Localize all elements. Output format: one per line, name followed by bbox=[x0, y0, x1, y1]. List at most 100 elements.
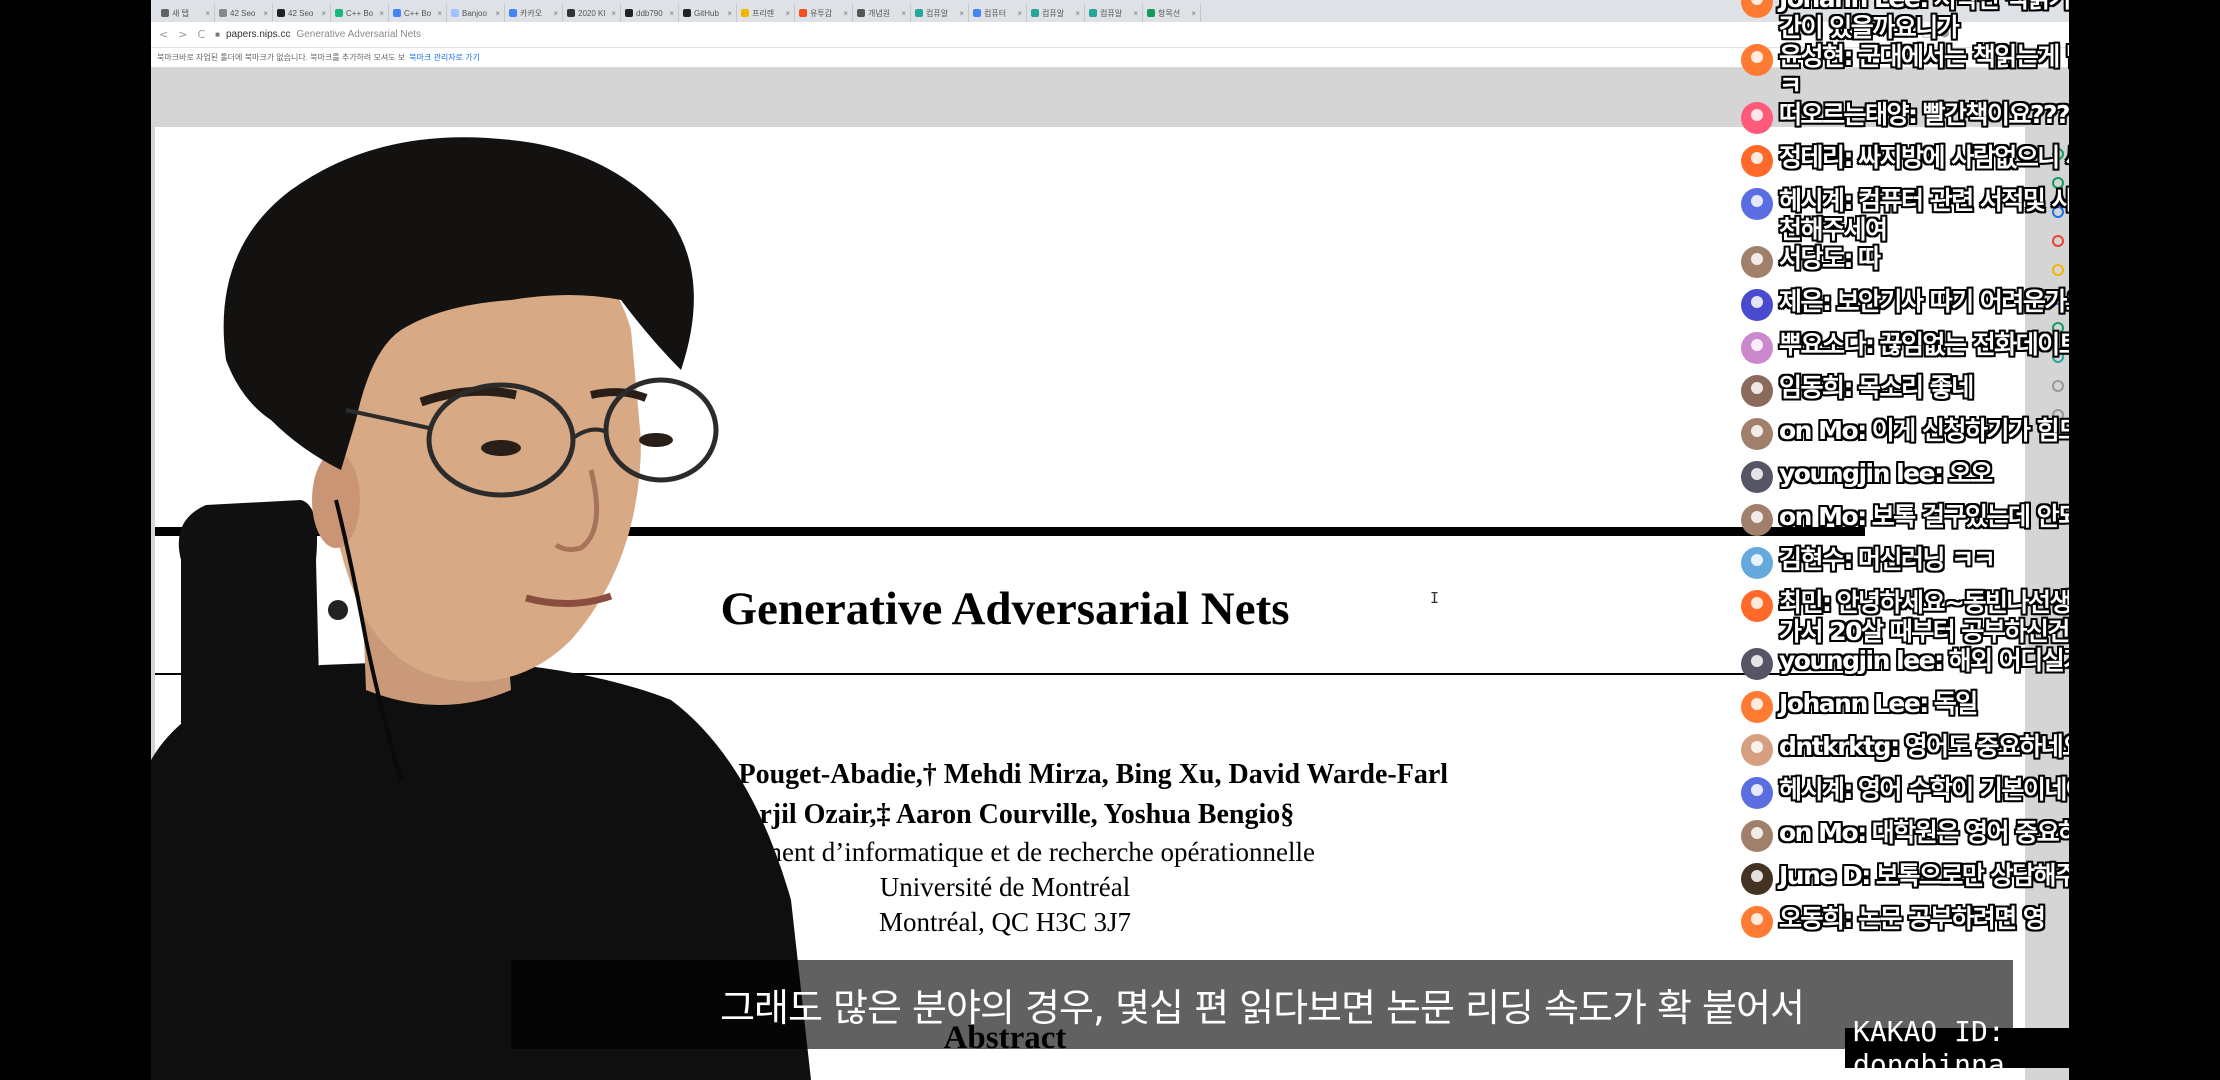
chat-text: 보톡 걸구있는데 안되넴 bbox=[1871, 502, 2069, 532]
chat-text: 따 bbox=[1858, 244, 1882, 274]
browser-tab[interactable]: 프리렌 × bbox=[737, 4, 795, 22]
chat-message-body: 임동희: 목소리 좋네 bbox=[1779, 373, 1975, 403]
browser-tab[interactable]: 2020 KI × bbox=[563, 4, 621, 22]
chat-avatar-icon bbox=[1741, 906, 1773, 938]
browser-tab[interactable]: 카카오 × bbox=[505, 4, 563, 22]
url-host: papers.nips.cc bbox=[225, 29, 291, 40]
chat-author: 떠오르는태양: bbox=[1779, 100, 1919, 130]
back-button[interactable]: < bbox=[159, 28, 168, 41]
title-top-rule bbox=[155, 527, 1865, 536]
chat-author: Johann Lee: bbox=[1779, 689, 1930, 719]
tab-label: 프리렌 bbox=[752, 8, 775, 18]
tab-close-icon[interactable]: × bbox=[843, 9, 848, 18]
browser-tab[interactable]: 42 Seo × bbox=[273, 4, 331, 22]
tab-close-icon[interactable]: × bbox=[1133, 9, 1138, 18]
chat-message: Johann Lee: 독일 bbox=[1741, 689, 2069, 732]
browser-tab[interactable]: 컴퓨알 × bbox=[1085, 4, 1143, 22]
chat-text: 목소리 좋네 bbox=[1858, 373, 1975, 403]
browser-tab[interactable]: 컴퓨알 × bbox=[1027, 4, 1085, 22]
tab-close-icon[interactable]: × bbox=[263, 9, 268, 18]
tab-close-icon[interactable]: × bbox=[1191, 9, 1196, 18]
forward-button[interactable]: > bbox=[178, 28, 187, 41]
chat-avatar-icon bbox=[1741, 777, 1773, 809]
browser-tab[interactable]: 42 Seo × bbox=[215, 4, 273, 22]
chat-message: on Mo:보톡 걸구있는데 안되넴 bbox=[1741, 502, 2069, 545]
chat-message: 뿌요소다:끊임없는 전화데이트.. bbox=[1741, 330, 2069, 373]
chat-avatar-icon bbox=[1741, 590, 1773, 622]
tab-favicon-icon bbox=[625, 9, 633, 17]
browser-tab[interactable]: 새 탭 × bbox=[157, 4, 215, 22]
chat-message-body: 정테리:싸지방에 사람없으니 싸지방ㄱㄱ bbox=[1779, 143, 2070, 173]
chat-message-body: 서당도: 따 bbox=[1779, 244, 1882, 274]
chat-avatar-icon bbox=[1741, 102, 1773, 134]
paper-affiliation-department: épartement d’informatique et de recherch… bbox=[695, 837, 1315, 867]
chat-message-body: on Mo:이게 신청하기가 힘드네요 bbox=[1779, 416, 2069, 446]
chat-message: 윤성현:군대에서는 책읽는게 답이더군여 ㅋㅋ bbox=[1741, 42, 2069, 101]
chat-avatar-icon bbox=[1741, 0, 1773, 18]
chat-message-body: youngjin lee: 오오 bbox=[1779, 459, 1994, 489]
tab-close-icon[interactable]: × bbox=[379, 9, 384, 18]
tab-close-icon[interactable]: × bbox=[1017, 9, 1022, 18]
url-path: Generative Adversarial Nets bbox=[296, 29, 421, 40]
bookmark-manager-link[interactable]: 북마크 관리자로 가기 bbox=[409, 52, 480, 63]
bookmarks-empty-text: 북마크바로 자업된 톨더에 북마크가 없습니다. 북마크를 추가하려 모셔도 보 bbox=[157, 53, 406, 62]
chat-message: 오동희: 논문 공부하려면 영 bbox=[1741, 904, 2069, 947]
tab-close-icon[interactable]: × bbox=[611, 9, 616, 18]
url-field[interactable]: ■ papers.nips.cc Generative Adversarial … bbox=[215, 29, 421, 40]
tab-label: C++ Bo bbox=[404, 8, 432, 18]
tab-close-icon[interactable]: × bbox=[205, 9, 210, 18]
chat-message-body: on Mo:대학원은 영어 중요하죠 bbox=[1779, 818, 2069, 848]
chat-avatar-icon bbox=[1741, 44, 1773, 76]
tab-label: 카카오 bbox=[520, 8, 543, 18]
chat-avatar-icon bbox=[1741, 734, 1773, 766]
chat-avatar-icon bbox=[1741, 461, 1773, 493]
chat-avatar-icon bbox=[1741, 504, 1773, 536]
chat-avatar-icon bbox=[1741, 648, 1773, 680]
tab-close-icon[interactable]: × bbox=[553, 9, 558, 18]
browser-tab[interactable]: Banjoo × bbox=[447, 4, 505, 22]
browser-tab[interactable]: C++ Bo × bbox=[389, 4, 447, 22]
browser-tab[interactable]: C++ Bo × bbox=[331, 4, 389, 22]
tab-close-icon[interactable]: × bbox=[495, 9, 500, 18]
lock-icon: ■ bbox=[215, 30, 220, 39]
chat-author: 헤시계: bbox=[1779, 186, 1855, 216]
tab-close-icon[interactable]: × bbox=[321, 9, 326, 18]
tab-close-icon[interactable]: × bbox=[785, 9, 790, 18]
tab-label: 컴퓨알 bbox=[1042, 8, 1065, 18]
tab-favicon-icon bbox=[219, 9, 227, 17]
chat-message: 김현수: 머신러닝 ㅋㅋ bbox=[1741, 545, 2069, 588]
chat-message-body: 윤성현:군대에서는 책읽는게 답이더군여 ㅋㅋ bbox=[1778, 42, 2069, 101]
tab-favicon-icon bbox=[973, 9, 981, 17]
chat-message: on Mo:대학원은 영어 중요하죠 bbox=[1741, 818, 2069, 861]
reload-button[interactable]: C bbox=[197, 28, 205, 41]
chat-avatar-icon bbox=[1741, 820, 1773, 852]
chat-text: 오오 bbox=[1948, 459, 1994, 489]
paper-affiliation-university: Université de Montréal bbox=[879, 872, 1131, 902]
tab-label: 컴퓨터 bbox=[984, 8, 1007, 18]
kakao-id-text: KAKAO ID: dongbinna bbox=[1853, 1015, 2005, 1080]
tab-close-icon[interactable]: × bbox=[437, 9, 442, 18]
tab-close-icon[interactable]: × bbox=[669, 9, 674, 18]
tab-close-icon[interactable]: × bbox=[1075, 9, 1080, 18]
browser-tab[interactable]: ddb790 × bbox=[621, 4, 679, 22]
browser-tab[interactable]: 컴퓨터 × bbox=[969, 4, 1027, 22]
browser-tab[interactable]: 컴퓨알 × bbox=[911, 4, 969, 22]
chat-message: dntkrktg:영어도 중요하네요... bbox=[1741, 732, 2069, 775]
chat-message-body: 제은:보안기사 따기 어려운가요??? bbox=[1779, 287, 2069, 317]
chat-text: 보톡으로만 상담해주시나영 bbox=[1875, 861, 2069, 891]
text-cursor-icon: I bbox=[1430, 589, 1440, 607]
paper-affiliation-address: Montréal, QC H3C 3J7 bbox=[879, 907, 1131, 937]
tab-favicon-icon bbox=[567, 9, 575, 17]
browser-tab[interactable]: GitHub × bbox=[679, 4, 737, 22]
browser-tab[interactable]: 유투갑 × bbox=[795, 4, 853, 22]
chat-text: 머신러닝 ㅋㅋ bbox=[1857, 545, 1996, 575]
tab-close-icon[interactable]: × bbox=[727, 9, 732, 18]
browser-tab[interactable]: 개념원 × bbox=[853, 4, 911, 22]
chat-text: 끊임없는 전화데이트.. bbox=[1879, 330, 2069, 360]
chat-text: 빨간책이요??? bbox=[1922, 100, 2069, 130]
tab-close-icon[interactable]: × bbox=[901, 9, 906, 18]
chat-message: 헤시계:컴퓨터 관련 서적및 사이트 공부법 추천해주세여 bbox=[1741, 186, 2069, 245]
tab-close-icon[interactable]: × bbox=[959, 9, 964, 18]
browser-tab[interactable]: 항목선 × bbox=[1143, 4, 1201, 22]
chat-text: 싸지방에 사람없으니 싸지방ㄱㄱ bbox=[1857, 143, 2069, 173]
